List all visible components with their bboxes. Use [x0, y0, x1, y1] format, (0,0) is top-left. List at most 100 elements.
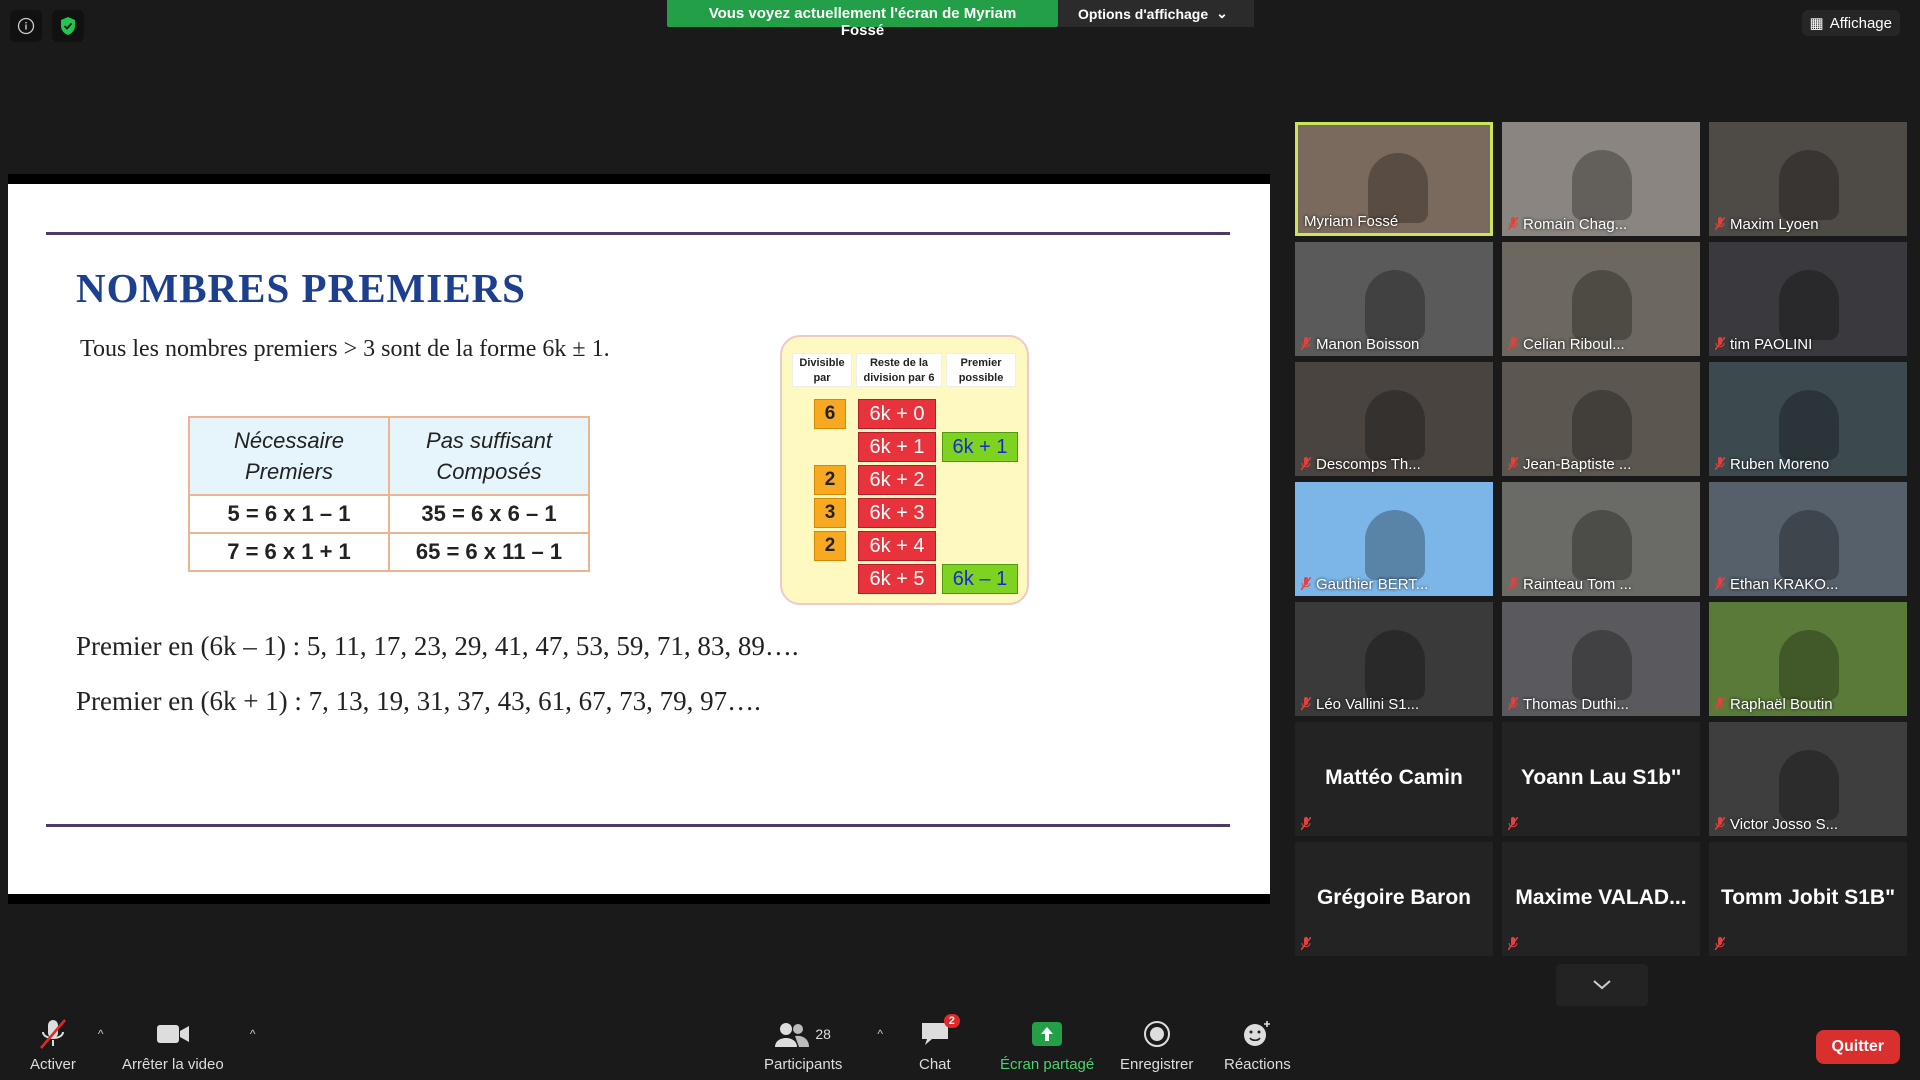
microphone-muted-icon: [1300, 456, 1312, 473]
participant-tile[interactable]: Rainteau Tom ...: [1502, 482, 1700, 596]
shared-screen: NOMBRES PREMIERS Tous les nombres premie…: [8, 174, 1270, 904]
shield-icon[interactable]: [52, 10, 84, 42]
microphone-muted-icon: [1300, 816, 1312, 833]
microphone-muted-icon: [1714, 216, 1726, 233]
participant-tile[interactable]: Manon Boisson: [1295, 242, 1493, 356]
top-rule: [46, 232, 1230, 235]
video-button[interactable]: ^ Arrêter la video: [122, 1018, 256, 1073]
video-feed: [1365, 510, 1425, 580]
slide-title: NOMBRES PREMIERS: [76, 265, 526, 311]
participant-tile[interactable]: Jean-Baptiste ...: [1502, 362, 1700, 476]
microphone-muted-icon: [1714, 816, 1726, 833]
mute-button[interactable]: ^ Activer: [30, 1018, 104, 1073]
chat-badge: 2: [943, 1014, 960, 1028]
participant-name: Jean-Baptiste ...: [1507, 456, 1631, 473]
video-feed: [1572, 630, 1632, 700]
bottom-rule: [46, 824, 1230, 827]
participant-tile[interactable]: Ethan KRAKO...: [1709, 482, 1907, 596]
record-button[interactable]: Enregistrer: [1120, 1018, 1193, 1073]
remainder-box: 6k + 2: [858, 465, 936, 495]
microphone-muted-icon: [1507, 936, 1519, 953]
participant-name-large: Mattéo Camin: [1325, 766, 1463, 789]
banner-text: Vous voyez actuellement l'écran de Myria…: [667, 0, 1058, 39]
participant-tile[interactable]: Yoann Lau S1b'': [1502, 722, 1700, 836]
participants-icon: [775, 1023, 810, 1047]
caret-up-icon[interactable]: ^: [877, 1027, 883, 1041]
mute-label: Activer: [30, 1056, 76, 1073]
participant-tile[interactable]: Romain Chag...: [1502, 122, 1700, 236]
participants-button[interactable]: 28 ^ Participants: [764, 1018, 883, 1073]
chat-button[interactable]: 2 Chat: [919, 1014, 960, 1073]
divisor-box: 3: [814, 498, 846, 528]
participant-tile[interactable]: Victor Josso S...: [1709, 722, 1907, 836]
microphone-muted-icon: [39, 1019, 66, 1049]
video-feed: [1365, 390, 1425, 460]
participant-name-large: Grégoire Baron: [1316, 886, 1472, 909]
participant-tile[interactable]: Grégoire Baron: [1295, 842, 1493, 956]
participants-label: Participants: [764, 1056, 843, 1073]
participant-name: Thomas Duthi...: [1507, 696, 1629, 713]
remainder-box: 6k + 0: [858, 399, 936, 429]
share-screen-icon: [1032, 1022, 1063, 1046]
share-screen-label: Écran partagé: [1000, 1056, 1095, 1073]
microphone-muted-icon: [1714, 696, 1726, 713]
participant-name: tim PAOLINI: [1714, 336, 1812, 353]
participant-name: Ethan KRAKO...: [1714, 576, 1838, 593]
participant-tile[interactable]: tim PAOLINI: [1709, 242, 1907, 356]
chevron-down-icon: [1593, 980, 1611, 990]
participant-tile[interactable]: Celian Riboul...: [1502, 242, 1700, 356]
participant-name-large: Tomm Jobit S1B": [1720, 886, 1896, 909]
gallery-next-button[interactable]: [1556, 964, 1648, 1006]
participant-tile[interactable]: Myriam Fossé: [1295, 122, 1493, 236]
quit-button[interactable]: Quitter: [1815, 1030, 1900, 1064]
table-cell: 7 = 6 x 1 + 1: [188, 532, 390, 572]
participant-tile[interactable]: Gauthier BERT...: [1295, 482, 1493, 596]
microphone-muted-icon: [1300, 576, 1312, 593]
participant-name: [1507, 816, 1519, 833]
participant-name: Manon Boisson: [1300, 336, 1419, 353]
participant-tile[interactable]: Raphaël Boutin: [1709, 602, 1907, 716]
smiley-icon: [1244, 1021, 1271, 1046]
chevron-down-icon: ⌄: [1216, 5, 1228, 21]
caret-up-icon[interactable]: ^: [98, 1027, 104, 1041]
table-cell: 65 = 6 x 11 – 1: [388, 532, 590, 572]
participant-name: [1714, 936, 1726, 953]
participant-tile[interactable]: Maxim Lyoen: [1709, 122, 1907, 236]
reactions-label: Réactions: [1224, 1056, 1291, 1073]
card-header: Premier possible: [946, 353, 1016, 387]
reactions-button[interactable]: Réactions: [1224, 1018, 1291, 1073]
info-icon[interactable]: [10, 10, 42, 42]
participant-tile[interactable]: Thomas Duthi...: [1502, 602, 1700, 716]
video-feed: [1365, 270, 1425, 340]
view-button[interactable]: ▦ Affichage: [1801, 10, 1900, 36]
possible-box: 6k + 1: [942, 432, 1018, 462]
participant-tile[interactable]: Ruben Moreno: [1709, 362, 1907, 476]
participant-name: Gauthier BERT...: [1300, 576, 1428, 593]
participant-name: Ruben Moreno: [1714, 456, 1829, 473]
participant-name: Raphaël Boutin: [1714, 696, 1833, 713]
video-feed: [1365, 630, 1425, 700]
participant-tile[interactable]: Tomm Jobit S1B": [1709, 842, 1907, 956]
share-screen-button[interactable]: Écran partagé: [1000, 1018, 1094, 1073]
video-feed: [1779, 270, 1839, 340]
participant-tile[interactable]: Léo Vallini S1...: [1295, 602, 1493, 716]
participant-name: Myriam Fossé: [1304, 213, 1399, 230]
participant-tile[interactable]: Descomps Th...: [1295, 362, 1493, 476]
microphone-muted-icon: [1714, 336, 1726, 353]
participant-tile[interactable]: Maxime VALAD...: [1502, 842, 1700, 956]
participant-tile[interactable]: Mattéo Camin: [1295, 722, 1493, 836]
microphone-muted-icon: [1507, 816, 1519, 833]
video-feed: [1572, 150, 1632, 220]
remainder-box: 6k + 5: [858, 564, 936, 594]
video-label: Arrêter la video: [122, 1056, 224, 1073]
divisor-box: 6: [814, 399, 846, 429]
caret-up-icon[interactable]: ^: [250, 1027, 256, 1041]
share-banner: Vous voyez actuellement l'écran de Myria…: [667, 0, 1254, 39]
table-cell: 35 = 6 x 6 – 1: [388, 494, 590, 534]
microphone-muted-icon: [1507, 576, 1519, 593]
slide-subtitle: Tous les nombres premiers > 3 sont de la…: [80, 336, 610, 362]
table-header: Pas suffisant Composés: [388, 416, 590, 496]
table-header: Nécessaire Premiers: [188, 416, 390, 496]
view-options-button[interactable]: Options d'affichage ⌄: [1058, 0, 1254, 27]
participant-name-large: Maxime VALAD...: [1515, 886, 1687, 909]
